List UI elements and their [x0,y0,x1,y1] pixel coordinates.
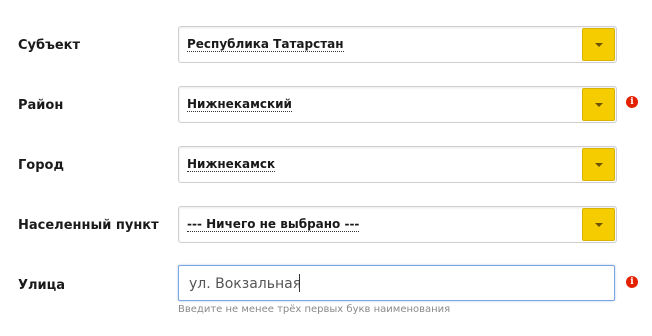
chevron-down-icon [595,103,603,107]
district-label: Район [18,98,64,113]
subject-label: Субъект [18,38,81,53]
settlement-select-value: --- Ничего не выбрано --- [187,217,360,232]
chevron-down-icon [595,43,603,47]
street-input[interactable] [189,274,599,294]
city-select-value: Нижнекамск [187,157,276,172]
settlement-label: Населенный пункт [18,218,159,233]
district-dropdown-button[interactable] [582,88,615,121]
city-select[interactable]: Нижнекамск [178,146,617,183]
settlement-select[interactable]: --- Ничего не выбрано --- [178,206,617,243]
subject-dropdown-button[interactable] [582,28,615,61]
street-input-wrapper[interactable] [178,265,615,301]
text-caret [299,274,300,292]
chevron-down-icon [595,223,603,227]
subject-select-value: Республика Татарстан [187,37,344,52]
city-label: Город [18,158,64,173]
district-select[interactable]: Нижнекамский [178,86,617,123]
chevron-down-icon [595,163,603,167]
warning-icon: i [626,276,638,288]
street-label: Улица [18,278,66,293]
subject-select[interactable]: Республика Татарстан [178,26,617,63]
settlement-dropdown-button[interactable] [582,208,615,241]
warning-icon: i [626,96,638,108]
city-dropdown-button[interactable] [582,148,615,181]
street-hint: Введите не менее трёх первых букв наимен… [178,304,451,315]
district-select-value: Нижнекамский [187,97,292,112]
